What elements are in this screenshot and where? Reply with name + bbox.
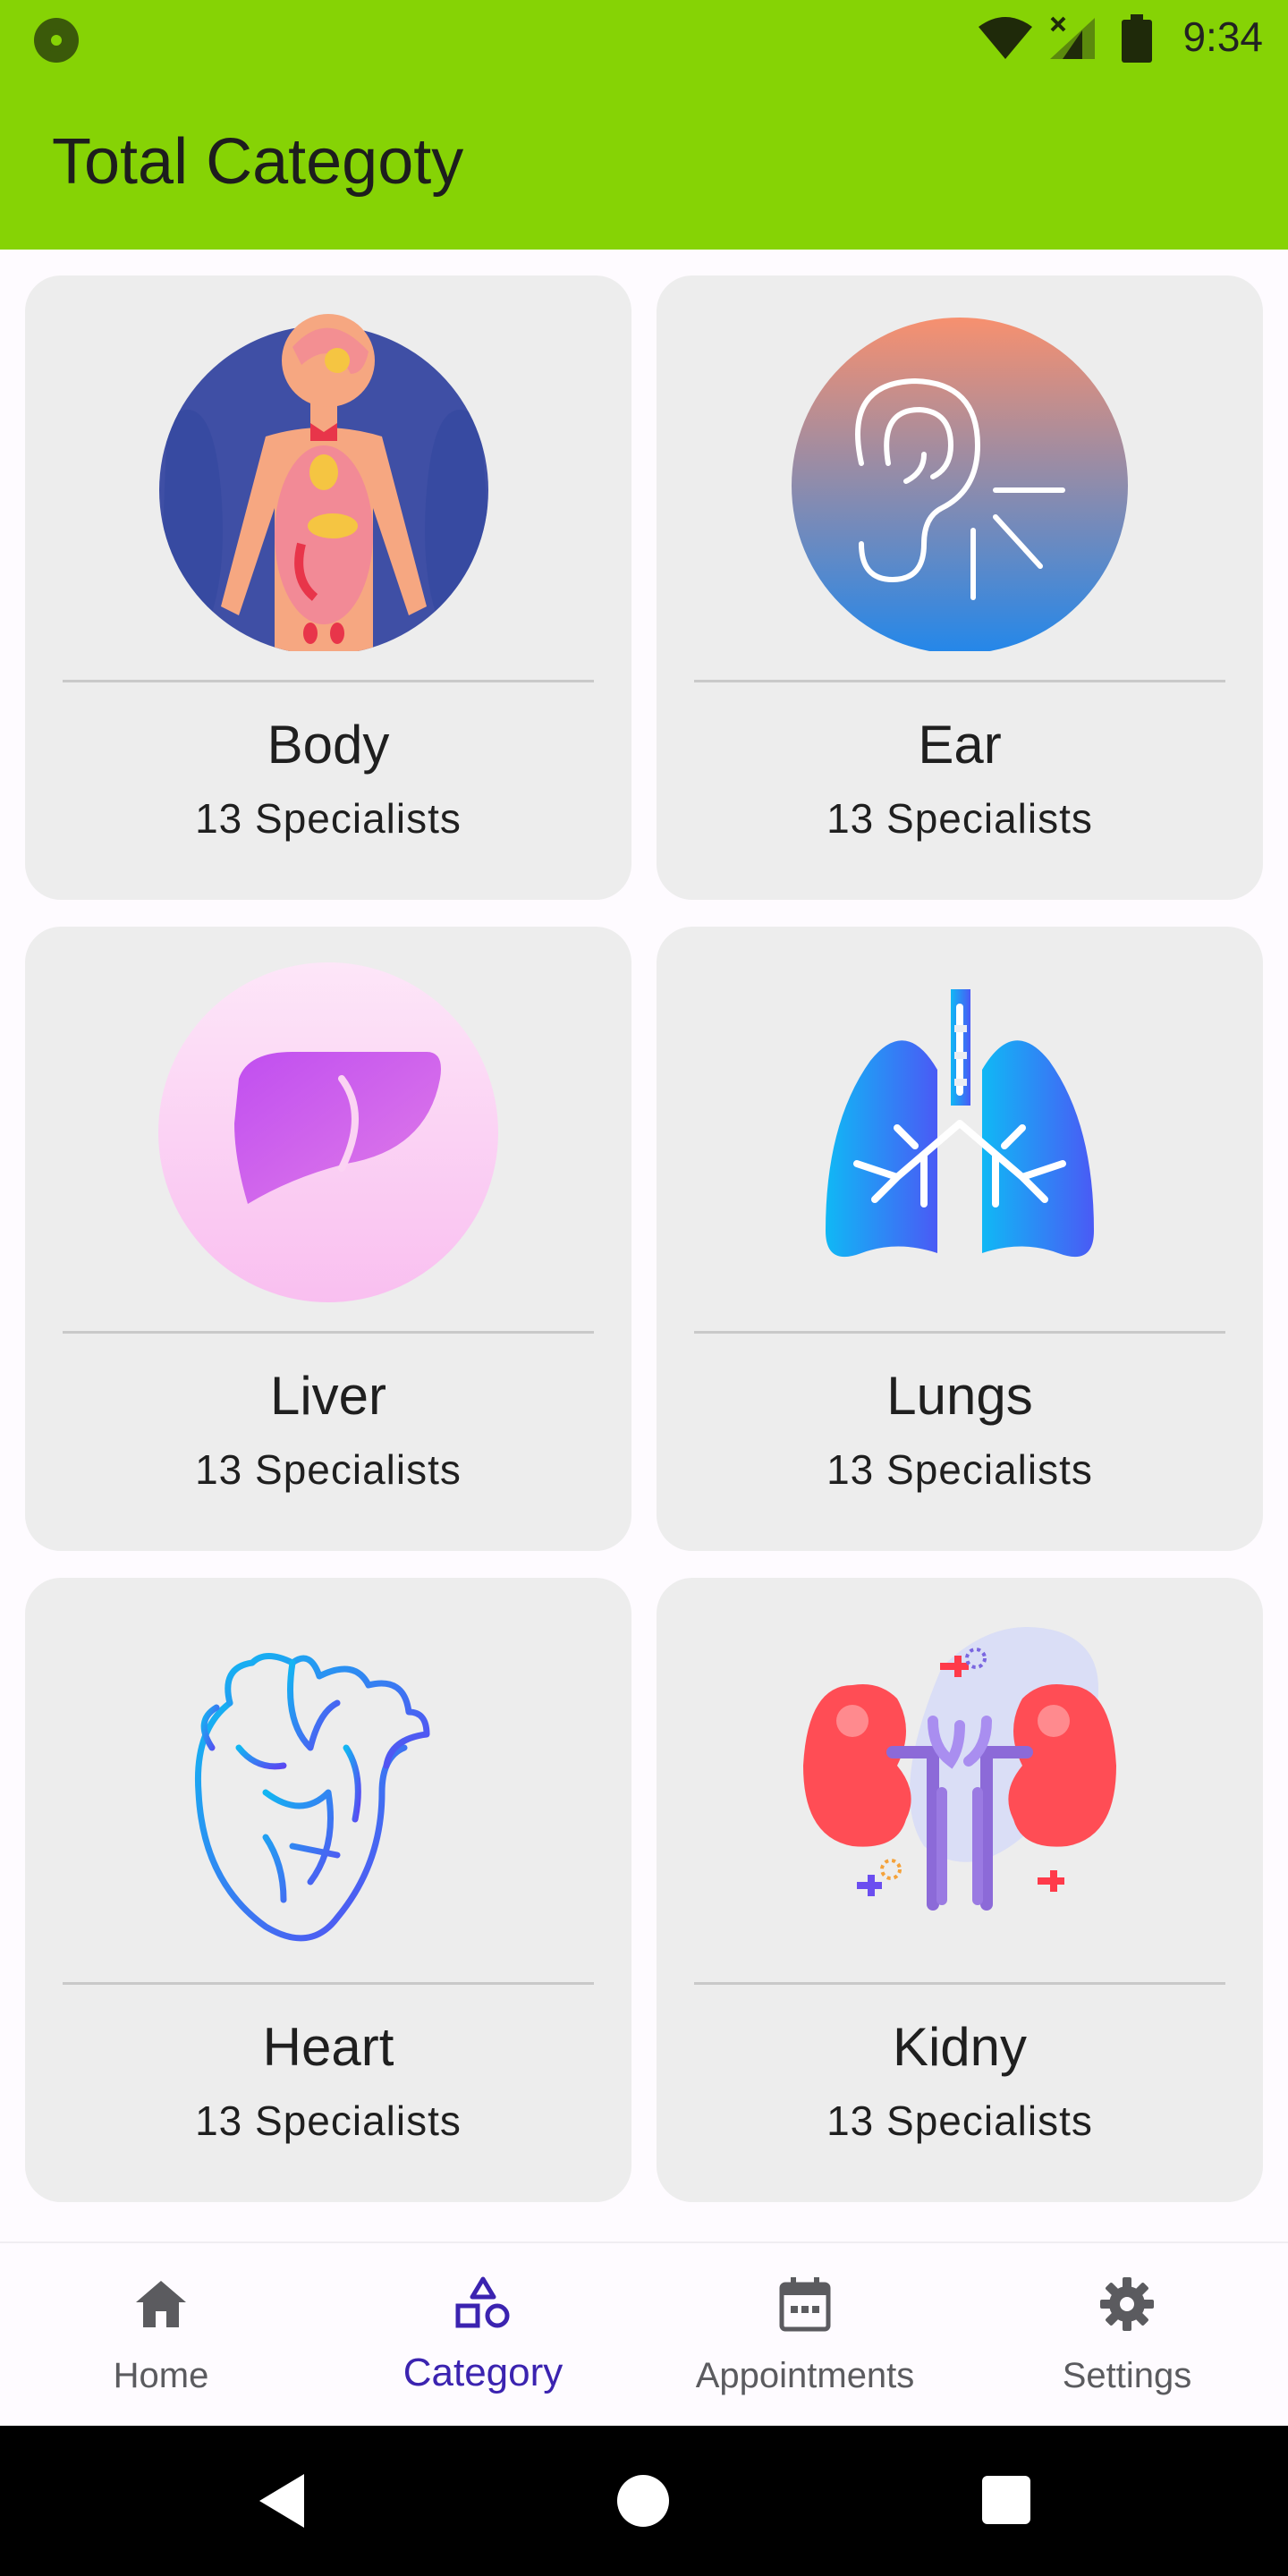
nav-label: Settings — [1062, 2356, 1192, 2395]
battery-icon — [1122, 14, 1152, 63]
page-title: Total Categoty — [52, 126, 464, 198]
category-name: Ear — [918, 715, 1002, 775]
category-card-lungs[interactable]: Lungs 13 Specialists — [657, 927, 1263, 1551]
nav-item-settings[interactable]: Settings — [966, 2243, 1288, 2428]
category-name: Body — [267, 715, 390, 775]
home-button-icon[interactable] — [617, 2475, 669, 2527]
human-body-icon — [159, 314, 488, 651]
category-card-kidny[interactable]: Kidny 13 Specialists — [657, 1578, 1263, 2202]
specialists-count: 13 Specialists — [195, 2097, 462, 2144]
card-divider — [63, 680, 594, 682]
bottom-navigation: Home Category Appointments Settings — [0, 2241, 1288, 2428]
kidney-icon — [803, 1627, 1116, 1911]
category-card-heart[interactable]: Heart 13 Specialists — [25, 1578, 631, 2202]
ear-icon — [792, 318, 1128, 651]
card-divider — [694, 1982, 1225, 1985]
liver-icon — [158, 962, 498, 1302]
recent-apps-icon[interactable] — [982, 2476, 1030, 2524]
nav-item-home[interactable]: Home — [0, 2243, 322, 2428]
home-icon — [136, 2281, 186, 2327]
wifi-icon — [979, 17, 1032, 59]
nav-label: Home — [113, 2356, 209, 2395]
specialists-count: 13 Specialists — [826, 1446, 1093, 1493]
category-name: Kidny — [892, 2017, 1028, 2077]
card-divider — [63, 1982, 594, 1985]
nav-label: Appointments — [695, 2356, 915, 2395]
clock: 9:34 — [1182, 13, 1263, 60]
back-icon[interactable] — [258, 2472, 306, 2529]
specialists-count: 13 Specialists — [826, 2097, 1093, 2144]
specialists-count: 13 Specialists — [826, 795, 1093, 842]
nav-label: Category — [402, 2351, 564, 2394]
status-bar: 9:34 — [0, 0, 1288, 75]
system-navigation-bar — [0, 2426, 1288, 2576]
nav-item-appointments[interactable]: Appointments — [644, 2243, 966, 2428]
category-icon — [455, 2276, 510, 2328]
app-bar: 9:34 Total Categoty — [0, 0, 1288, 250]
category-card-liver[interactable]: Liver 13 Specialists — [25, 927, 631, 1551]
card-divider — [63, 1331, 594, 1334]
lungs-icon — [826, 989, 1094, 1258]
signal-icon — [1050, 16, 1095, 59]
card-divider — [694, 680, 1225, 682]
calendar-icon — [779, 2277, 831, 2332]
category-card-body[interactable]: Body 13 Specialists — [25, 275, 631, 900]
heart-icon — [194, 1653, 430, 1942]
specialists-count: 13 Specialists — [195, 1446, 462, 1493]
category-name: Liver — [269, 1366, 387, 1426]
category-name: Lungs — [886, 1366, 1033, 1426]
card-divider — [694, 1331, 1225, 1334]
nav-item-category[interactable]: Category — [322, 2243, 644, 2428]
gear-icon — [1100, 2277, 1154, 2331]
category-name: Heart — [262, 2017, 394, 2077]
category-card-ear[interactable]: Ear 13 Specialists — [657, 275, 1263, 900]
specialists-count: 13 Specialists — [195, 795, 462, 842]
notification-dot-icon — [34, 18, 79, 63]
